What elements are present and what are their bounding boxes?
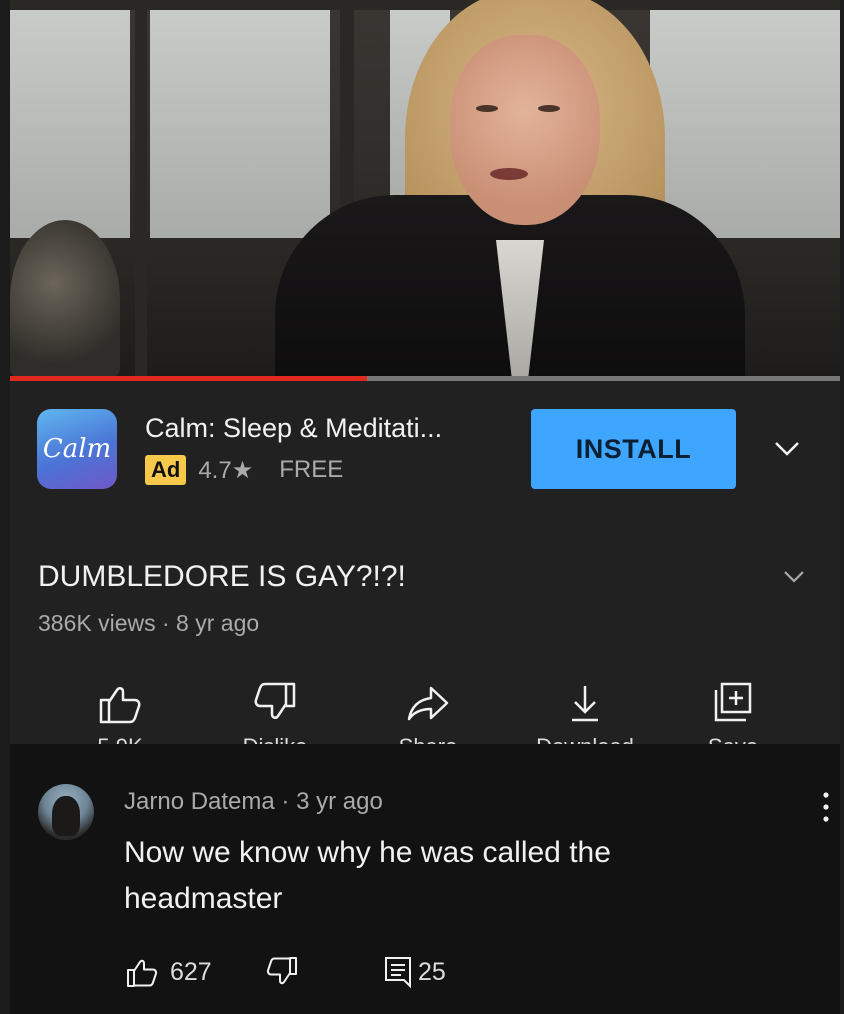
video-meta: 386K views · 8 yr ago xyxy=(38,610,260,636)
download-button[interactable] xyxy=(560,678,610,728)
ad-rating: 4.7★ xyxy=(198,456,254,484)
calm-logo-text: Calm xyxy=(42,434,112,464)
comment-author-line[interactable]: Jarno Datema · 3 yr ago xyxy=(124,788,383,816)
vase xyxy=(10,220,120,378)
ad-banner[interactable]: Calm Calm: Sleep & Meditati... Ad 4.7★ F… xyxy=(10,381,840,519)
person-face xyxy=(450,35,600,225)
avatar[interactable] xyxy=(38,784,94,840)
calm-app-icon[interactable]: Calm xyxy=(37,409,117,489)
comment: Jarno Datema · 3 yr ago Now we know why … xyxy=(10,744,840,1014)
comment-reply-count: 25 xyxy=(418,958,446,986)
thumbs-down-icon xyxy=(254,682,296,719)
comment-text: Now we know why he was called the headma… xyxy=(124,836,611,915)
background-window xyxy=(150,10,330,240)
person-eye xyxy=(538,105,560,112)
avatar-dog-image xyxy=(52,796,80,836)
window-frame xyxy=(135,0,147,378)
person-eye xyxy=(476,105,498,112)
comment-dislike-icon[interactable] xyxy=(264,954,300,990)
save-button[interactable] xyxy=(708,678,758,728)
window-frame xyxy=(10,0,840,10)
share-button[interactable] xyxy=(403,678,453,728)
video-title[interactable]: DUMBLEDORE IS GAY?!?! xyxy=(38,560,406,594)
video-player[interactable] xyxy=(10,0,840,378)
ad-badge: Ad xyxy=(145,455,187,485)
person-mouth xyxy=(490,168,528,180)
like-button[interactable] xyxy=(95,678,145,728)
video-info: DUMBLEDORE IS GAY?!?! 386K views · 8 yr … xyxy=(10,518,840,746)
ad-meta: Ad 4.7★ FREE xyxy=(145,455,343,485)
save-icon xyxy=(714,682,752,722)
thumbs-up-icon xyxy=(99,687,141,724)
reply-icon[interactable] xyxy=(380,954,416,990)
action-bar: 5.9K Dislike Share Download xyxy=(10,678,840,746)
ad-price: FREE xyxy=(279,456,344,483)
background-window xyxy=(650,10,840,240)
background-window xyxy=(10,10,130,240)
ad-title[interactable]: Calm: Sleep & Meditati... xyxy=(145,413,442,444)
share-icon xyxy=(407,686,449,721)
comment-like-count: 627 xyxy=(170,958,212,986)
comment-actions: 627 25 xyxy=(124,954,524,994)
dislike-button[interactable] xyxy=(250,678,300,728)
comment-like-icon[interactable] xyxy=(124,954,160,990)
chevron-down-icon[interactable] xyxy=(772,433,802,463)
more-options-icon[interactable] xyxy=(820,790,832,824)
install-button[interactable]: INSTALL xyxy=(531,409,736,489)
download-icon xyxy=(572,686,598,722)
expand-description-icon[interactable] xyxy=(780,562,808,590)
